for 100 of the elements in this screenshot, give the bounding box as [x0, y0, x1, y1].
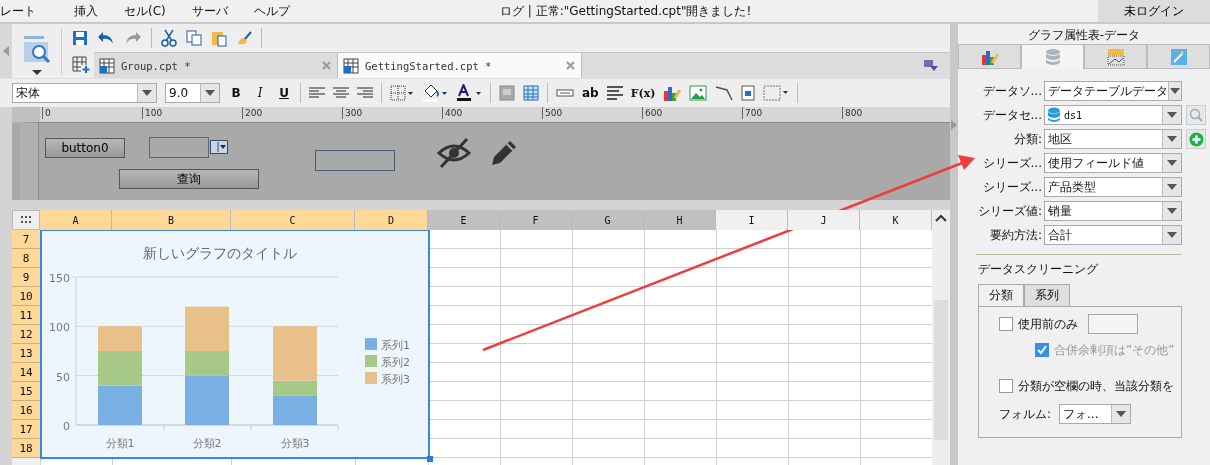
add-button[interactable]: [1186, 129, 1206, 149]
text-style-button[interactable]: B: [228, 86, 244, 100]
new-table-icon[interactable]: [72, 56, 90, 74]
category-label: 分類3: [280, 437, 310, 450]
menu-item[interactable]: ヘルプ: [253, 2, 290, 20]
text-field-icon[interactable]: [556, 89, 574, 97]
column-header[interactable]: G: [572, 210, 644, 230]
ruler-label: 300: [342, 107, 363, 119]
copy-icon[interactable]: [186, 30, 202, 46]
image-icon[interactable]: [689, 85, 708, 101]
fill-bucket-icon[interactable]: [422, 84, 448, 102]
scissors-icon[interactable]: [161, 29, 177, 47]
row-header[interactable]: 12: [12, 325, 40, 344]
input-field[interactable]: [1088, 314, 1138, 334]
bar-segment: [98, 326, 142, 351]
text-field[interactable]: [315, 150, 395, 171]
frame-icon[interactable]: [763, 85, 790, 101]
column-header[interactable]: J: [788, 210, 860, 230]
row-header[interactable]: 15: [12, 382, 40, 401]
login-button[interactable]: 未ログイン: [1098, 0, 1210, 22]
dropdown-field[interactable]: フォ...: [1059, 404, 1132, 424]
font-size-select[interactable]: 9.0: [165, 83, 220, 103]
search-button[interactable]: [1186, 105, 1206, 125]
collapse-strip[interactable]: [0, 24, 12, 78]
column-header[interactable]: H: [644, 210, 716, 230]
chart-icon[interactable]: [663, 84, 682, 102]
tab-label: Group.cpt *: [121, 59, 192, 72]
border-icon[interactable]: [390, 85, 414, 101]
menu-item[interactable]: セル(C): [124, 2, 166, 20]
paragraph-icon[interactable]: [606, 86, 623, 100]
dropdown-field[interactable]: 使用フィールド値: [1044, 153, 1182, 173]
column-header[interactable]: C: [231, 210, 355, 230]
scroll-up-icon[interactable]: [935, 214, 947, 222]
formula-button[interactable]: F(x): [630, 86, 656, 100]
dropdown-field[interactable]: 地区: [1044, 129, 1182, 149]
font-select[interactable]: 宋体: [12, 83, 157, 103]
form-button[interactable]: button0: [45, 138, 125, 158]
column-header[interactable]: B: [112, 210, 231, 230]
menu-item[interactable]: サーバ: [191, 2, 228, 20]
query-button[interactable]: 查询: [119, 169, 259, 189]
combo-field[interactable]: [149, 137, 209, 158]
row-header[interactable]: 16: [12, 401, 40, 420]
select-all-corner[interactable]: [12, 210, 40, 230]
close-icon[interactable]: [566, 61, 575, 70]
row-header[interactable]: 10: [12, 287, 40, 306]
cell-icon[interactable]: [499, 85, 515, 101]
text-style-button[interactable]: U: [276, 86, 292, 100]
row-header[interactable]: 13: [12, 344, 40, 363]
filter-tab[interactable]: 分類: [978, 284, 1024, 306]
column-header[interactable]: F: [500, 210, 572, 230]
text-style-button[interactable]: I: [252, 86, 268, 100]
row-header[interactable]: 14: [12, 363, 40, 382]
menu-item[interactable]: 挿入: [74, 2, 98, 20]
brush-icon[interactable]: [236, 30, 252, 46]
checkbox[interactable]: [999, 379, 1013, 393]
row-header[interactable]: 11: [12, 306, 40, 325]
panel-tab[interactable]: [1084, 44, 1147, 68]
row-header[interactable]: 7: [12, 230, 40, 249]
column-header[interactable]: A: [40, 210, 112, 230]
paste-icon[interactable]: [211, 29, 227, 47]
text-tool-button[interactable]: ab: [582, 86, 599, 100]
align-center-icon[interactable]: [333, 87, 349, 99]
panel-tab[interactable]: [958, 44, 1021, 68]
row-header[interactable]: 18: [12, 439, 40, 458]
vertical-scrollbar[interactable]: [932, 210, 950, 465]
collapse-icon[interactable]: [3, 46, 9, 56]
undo-icon[interactable]: [97, 31, 115, 45]
close-icon[interactable]: [322, 61, 331, 70]
tab-list-icon[interactable]: [924, 59, 938, 72]
resize-handle[interactable]: [427, 456, 433, 462]
row-header[interactable]: 8: [12, 249, 40, 268]
row-header[interactable]: 17: [12, 420, 40, 439]
dropdown-field[interactable]: ds1: [1044, 105, 1182, 125]
menu-item[interactable]: レート: [0, 2, 36, 20]
panel-tab[interactable]: [1021, 44, 1084, 69]
align-left-icon[interactable]: [309, 87, 325, 99]
dropdown-field[interactable]: データテーブルデータ: [1044, 81, 1182, 101]
column-header[interactable]: D: [355, 210, 428, 230]
filter-tab[interactable]: 系列: [1024, 284, 1070, 306]
save-icon[interactable]: [72, 30, 88, 46]
eye-slash-icon[interactable]: [437, 137, 471, 169]
row-header[interactable]: 9: [12, 268, 40, 287]
redo-icon[interactable]: [124, 31, 142, 45]
table-icon[interactable]: [523, 85, 539, 101]
column-header[interactable]: I: [716, 210, 788, 230]
column-header[interactable]: E: [428, 210, 500, 230]
dropdown-icon[interactable]: [210, 140, 228, 154]
dropdown-field[interactable]: 产品类型: [1044, 177, 1182, 197]
document-tab[interactable]: GettingStarted.cpt *: [338, 52, 582, 79]
panel-tab[interactable]: [1147, 44, 1210, 68]
document-icon[interactable]: [741, 85, 756, 101]
font-color-icon[interactable]: [456, 84, 482, 102]
align-right-icon[interactable]: [357, 87, 373, 99]
checkbox[interactable]: [999, 317, 1013, 331]
column-header[interactable]: K: [860, 210, 932, 230]
label-style-icon: [1106, 47, 1125, 66]
chart-frame[interactable]: 新しいグラフのタイトル 0 50 100 150 分類1 分類2 分類3 系列1 系列2 系列3: [40, 229, 430, 459]
dropdown-field[interactable]: 销量: [1044, 201, 1182, 221]
dropdown-field[interactable]: 合計: [1044, 225, 1182, 245]
slash-icon[interactable]: [715, 85, 734, 101]
